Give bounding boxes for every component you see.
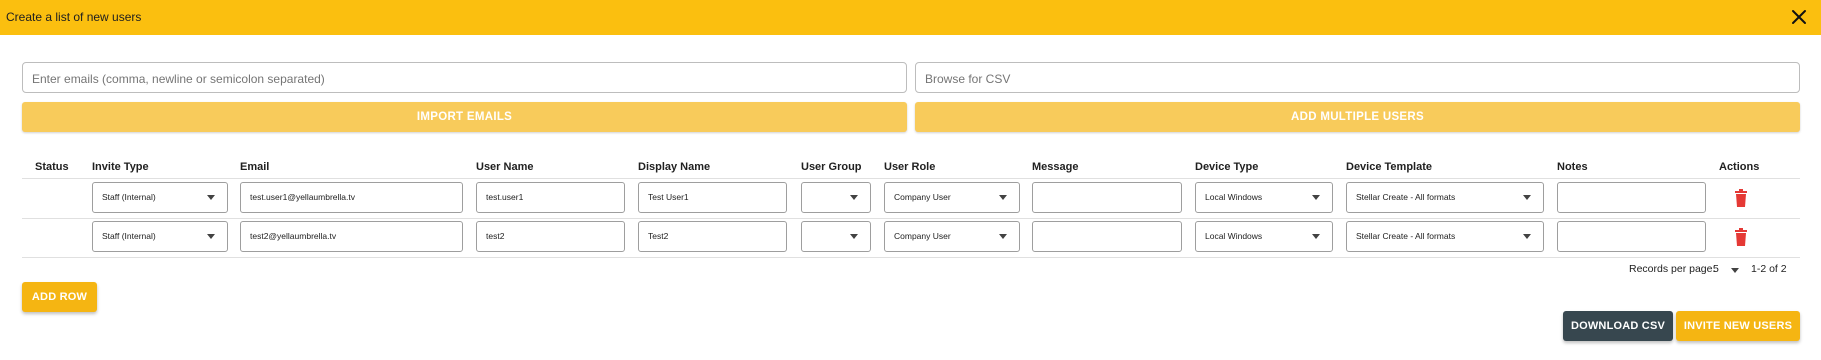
invite-type-select[interactable]: Staff (Internal) [92, 221, 228, 252]
chevron-down-icon [850, 195, 858, 200]
device-type-value: Local Windows [1205, 192, 1263, 202]
dialog-header: Create a list of new users [0, 0, 1821, 35]
records-per-page-select[interactable]: 5 [1713, 263, 1719, 275]
download-csv-button[interactable]: DOWNLOAD CSV [1563, 311, 1673, 341]
header-display-name: Display Name [638, 161, 711, 173]
page-range: 1-2 of 2 [1751, 263, 1787, 275]
user-role-value: Company User [894, 231, 951, 241]
records-per-page-label: Records per page: [1629, 263, 1716, 275]
divider [22, 218, 1800, 219]
chevron-down-icon [207, 195, 215, 200]
header-actions: Actions [1719, 161, 1760, 173]
header-user-group: User Group [801, 161, 862, 173]
device-template-value: Stellar Create - All formats [1356, 231, 1456, 241]
device-type-select[interactable]: Local Windows [1195, 221, 1333, 252]
chevron-down-icon [850, 234, 858, 239]
divider [22, 178, 1800, 179]
chevron-down-icon [999, 234, 1007, 239]
chevron-down-icon [1312, 195, 1320, 200]
invite-type-select[interactable]: Staff (Internal) [92, 182, 228, 213]
header-device-template: Device Template [1346, 161, 1433, 173]
header-message: Message [1032, 161, 1079, 173]
header-status: Status [35, 161, 69, 173]
device-template-select[interactable]: Stellar Create - All formats [1346, 182, 1544, 213]
header-user-role: User Role [884, 161, 936, 173]
invite-new-users-button[interactable]: INVITE NEW USERS [1676, 311, 1800, 341]
close-icon[interactable] [1789, 7, 1809, 27]
invite-type-value: Staff (Internal) [102, 192, 156, 202]
trash-icon[interactable] [1733, 228, 1749, 246]
emails-input[interactable]: Enter emails (comma, newline or semicolo… [22, 62, 907, 93]
device-type-value: Local Windows [1205, 231, 1263, 241]
header-device-type: Device Type [1195, 161, 1259, 173]
add-multiple-users-button[interactable]: ADD MULTIPLE USERS [915, 102, 1800, 132]
notes-field[interactable] [1557, 182, 1706, 213]
display-name-field[interactable]: Test User1 [638, 182, 787, 213]
message-field[interactable] [1032, 182, 1182, 213]
header-email: Email [240, 161, 270, 173]
user-group-select[interactable] [801, 182, 871, 213]
user-role-value: Company User [894, 192, 951, 202]
user-name-field[interactable]: test2 [476, 221, 625, 252]
chevron-down-icon [207, 234, 215, 239]
add-row-button[interactable]: ADD ROW [22, 282, 97, 312]
email-field[interactable]: test.user1@yellaumbrella.tv [240, 182, 463, 213]
header-user-name: User Name [476, 161, 534, 173]
invite-type-value: Staff (Internal) [102, 231, 156, 241]
device-template-value: Stellar Create - All formats [1356, 192, 1456, 202]
user-role-select[interactable]: Company User [884, 182, 1020, 213]
chevron-down-icon [1312, 234, 1320, 239]
user-name-field[interactable]: test.user1 [476, 182, 625, 213]
chevron-down-icon[interactable] [1731, 268, 1739, 273]
email-field[interactable]: test2@yellaumbrella.tv [240, 221, 463, 252]
chevron-down-icon [1523, 234, 1531, 239]
user-group-select[interactable] [801, 221, 871, 252]
device-template-select[interactable]: Stellar Create - All formats [1346, 221, 1544, 252]
display-name-field[interactable]: Test2 [638, 221, 787, 252]
header-invite-type: Invite Type [92, 161, 149, 173]
device-type-select[interactable]: Local Windows [1195, 182, 1333, 213]
dialog-title: Create a list of new users [6, 10, 142, 24]
header-notes: Notes [1557, 161, 1588, 173]
trash-icon[interactable] [1733, 189, 1749, 207]
csv-input[interactable]: Browse for CSV [915, 62, 1800, 93]
message-field[interactable] [1032, 221, 1182, 252]
chevron-down-icon [999, 195, 1007, 200]
divider [22, 257, 1800, 258]
chevron-down-icon [1523, 195, 1531, 200]
import-emails-button[interactable]: IMPORT EMAILS [22, 102, 907, 132]
notes-field[interactable] [1557, 221, 1706, 252]
user-role-select[interactable]: Company User [884, 221, 1020, 252]
